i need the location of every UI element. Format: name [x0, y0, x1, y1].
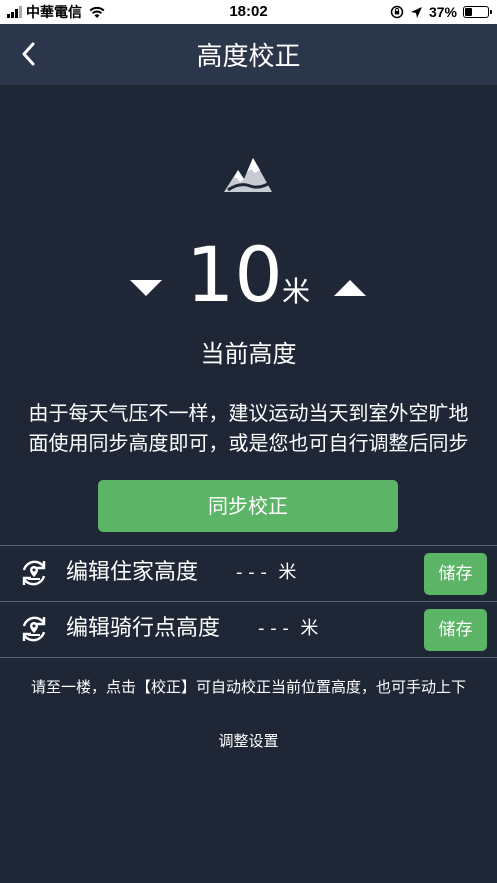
status-bar: 中華電信 18:02 37% [0, 0, 497, 24]
divider [0, 657, 497, 658]
status-right: 37% [390, 3, 492, 21]
save-ride-height-button[interactable]: 储存 [424, 609, 487, 651]
height-adjuster: 10 米 [0, 232, 497, 322]
decrease-height-button[interactable] [128, 276, 164, 298]
tip-line-1: 由于每天气压不一样，建议运动当天到室外空旷地 [28, 401, 469, 425]
orientation-lock-icon [390, 5, 404, 19]
save-home-height-button[interactable]: 储存 [424, 553, 487, 595]
mountain-icon [224, 158, 272, 192]
edit-ride-height-row: 编辑骑行点高度 - - - 米 储存 [0, 602, 497, 657]
home-height-value: - - - 米 [236, 562, 297, 583]
edit-ride-height-label[interactable]: 编辑骑行点高度 [66, 614, 220, 644]
height-unit: 米 [282, 275, 311, 308]
triangle-up-icon [334, 280, 366, 296]
tip-line-2: 面使用同步高度即可，或是您也可自行调整后同步 [28, 431, 469, 455]
edit-home-height-label[interactable]: 编辑住家高度 [66, 558, 198, 588]
current-height-label: 当前高度 [200, 340, 297, 368]
footer-note-line-2: 调整设置 [218, 732, 279, 750]
increase-height-button[interactable] [332, 276, 368, 298]
edit-home-height-row: 编辑住家高度 - - - 米 储存 [0, 546, 497, 601]
sync-calibrate-button[interactable]: 同步校正 [98, 480, 398, 532]
height-value: 10 [186, 230, 283, 319]
triangle-down-icon [130, 280, 162, 296]
ride-height-value: - - - 米 [258, 618, 319, 639]
nav-bar: 高度校正 [0, 24, 497, 85]
page-title: 高度校正 [196, 42, 301, 72]
battery-percent: 37% [428, 4, 457, 20]
location-arrow-icon [410, 6, 422, 18]
footer-note-line-1: 请至一楼，点击【校正】可自动校正当前位置高度，也可手动上下 [30, 678, 466, 696]
battery-icon [463, 6, 492, 18]
sync-location-icon [22, 616, 46, 642]
sync-location-icon [22, 560, 46, 586]
